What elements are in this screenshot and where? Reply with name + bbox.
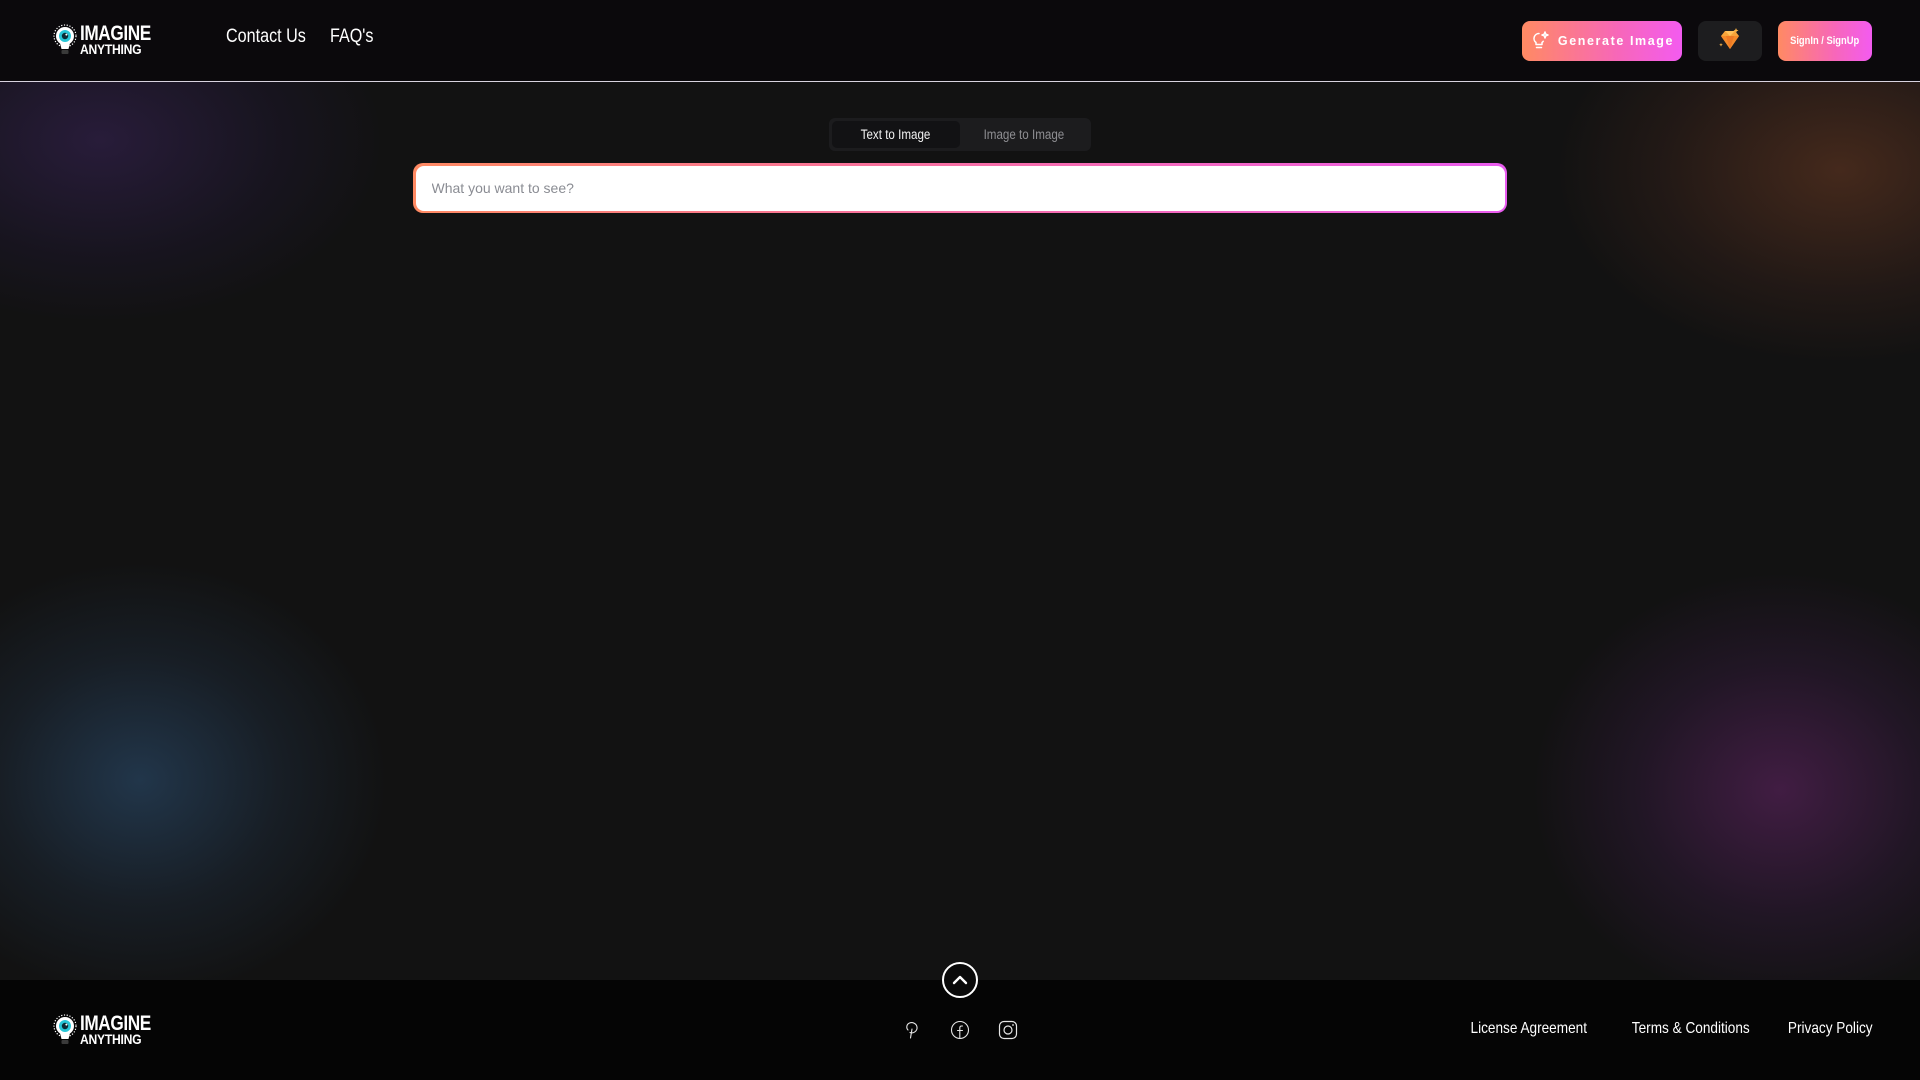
facebook-icon[interactable] (950, 1020, 970, 1040)
generation-mode-tabs: Text to Image Image to Image (829, 118, 1091, 151)
lightbulb-sparkle-icon (1530, 30, 1550, 53)
pinterest-icon[interactable] (902, 1020, 922, 1040)
site-header: IMAGINE ANYTHING Contact Us FAQ's Genera… (0, 0, 1920, 82)
background-glow-magenta (1530, 570, 1920, 1010)
generate-image-label: Generate Image (1557, 34, 1675, 48)
logo-text-anything: ANYTHING (80, 42, 142, 58)
diamond-icon (1717, 27, 1743, 55)
footer-link-license-agreement[interactable]: License Agreement (1470, 1020, 1586, 1038)
footer-links: License Agreement Terms & Conditions Pri… (1450, 1020, 1873, 1038)
prompt-input-wrapper (413, 163, 1507, 213)
background-glow-blue (0, 560, 390, 1000)
tab-text-to-image[interactable]: Text to Image (832, 121, 960, 148)
prompt-input[interactable] (415, 165, 1505, 211)
signin-signup-button[interactable]: SignIn / SignUp (1778, 21, 1872, 61)
gem-button[interactable] (1698, 21, 1762, 61)
nav-faqs[interactable]: FAQ's (330, 26, 373, 48)
footer-link-terms-conditions[interactable]: Terms & Conditions (1632, 1020, 1750, 1038)
lightbulb-eye-icon (53, 1014, 77, 1048)
tab-text-to-image-label: Text to Image (861, 127, 931, 142)
scroll-to-top-button[interactable] (942, 962, 978, 998)
instagram-icon[interactable] (998, 1020, 1018, 1040)
tab-image-to-image[interactable]: Image to Image (960, 121, 1088, 148)
nav-contact-us[interactable]: Contact Us (226, 26, 306, 48)
lightbulb-eye-icon (53, 24, 77, 58)
logo[interactable]: IMAGINE ANYTHING (53, 24, 166, 58)
logo-text-anything: ANYTHING (80, 1032, 142, 1048)
signin-signup-label: SignIn / SignUp (1790, 35, 1860, 47)
generate-image-button[interactable]: Generate Image (1522, 21, 1682, 61)
footer-logo[interactable]: IMAGINE ANYTHING (53, 1014, 166, 1048)
social-links (902, 1020, 1018, 1040)
chevron-up-icon (952, 973, 968, 988)
tab-image-to-image-label: Image to Image (983, 127, 1065, 142)
footer-link-privacy-policy[interactable]: Privacy Policy (1788, 1020, 1873, 1038)
